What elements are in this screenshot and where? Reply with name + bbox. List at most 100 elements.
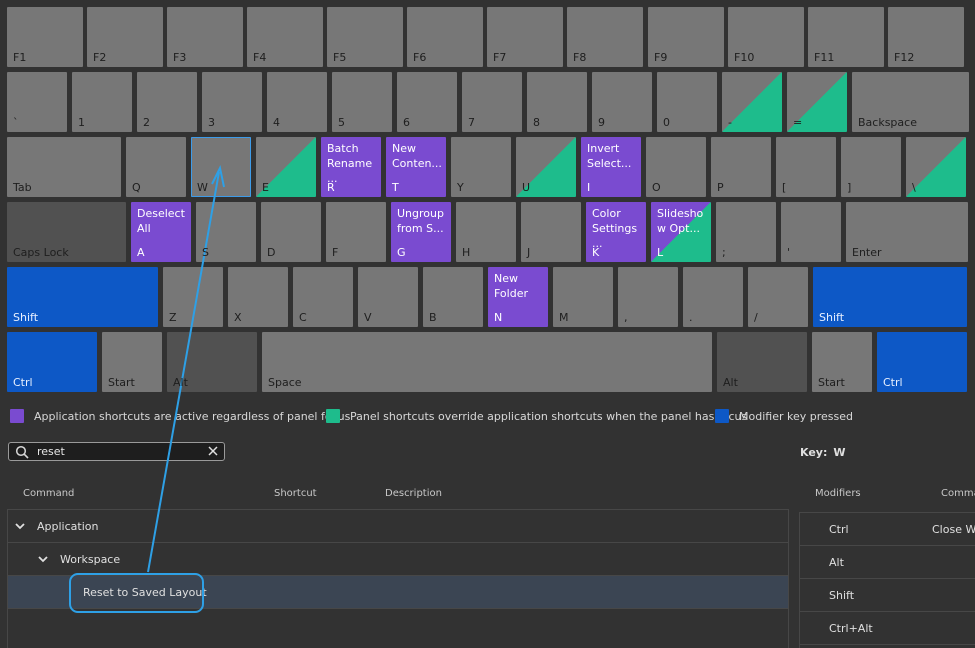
key-m[interactable]: M [553,267,613,327]
table-row-label: Workspace [60,553,121,566]
key-label: 4 [273,116,280,129]
key-sym0[interactable]: ` [7,72,67,132]
key-b[interactable]: B [423,267,483,327]
key-sym12[interactable]: ] [841,137,901,197]
key-sym10[interactable]: ; [716,202,776,262]
chevron-down-icon[interactable] [14,520,26,535]
modifier-row[interactable]: Ctrl+Alt [800,612,975,645]
key-z[interactable]: Z [163,267,223,327]
key-d[interactable]: D [261,202,321,262]
column-header-modifiers[interactable]: Modifiers [815,488,861,499]
key-backspace[interactable]: Backspace [852,72,969,132]
key-7[interactable]: 7 [462,72,522,132]
key-enter[interactable]: Enter [846,202,968,262]
key-sym10[interactable]: / [748,267,808,327]
key-alt[interactable]: Alt [167,332,257,392]
modifier-row[interactable]: Shift [800,579,975,612]
key-8[interactable]: 8 [527,72,587,132]
key-shift[interactable]: Shift [7,267,158,327]
key-tab[interactable]: Tab [7,137,121,197]
key-ctrl[interactable]: Ctrl [877,332,967,392]
key-p[interactable]: P [711,137,771,197]
key-f10[interactable]: F10 [728,7,804,67]
key-l[interactable]: Slidesho w Opt... L [651,202,711,262]
key-n[interactable]: New Folder N [488,267,548,327]
chevron-down-icon[interactable] [37,553,49,568]
key-sym11[interactable]: [ [776,137,836,197]
key-f6[interactable]: F6 [407,7,483,67]
key-label: 9 [598,116,605,129]
modifier-row[interactable]: Alt [800,546,975,579]
key-y[interactable]: Y [451,137,511,197]
key-label: P [717,181,724,194]
search-field[interactable] [8,442,225,461]
key-sym9[interactable]: . [683,267,743,327]
key-q[interactable]: Q [126,137,186,197]
key-o[interactable]: O [646,137,706,197]
key-label: ' [787,246,791,259]
key-f5[interactable]: F5 [327,7,403,67]
key-caps-lock[interactable]: Caps Lock [7,202,126,262]
modifier-label: Alt [829,556,844,569]
key-sym13[interactable]: \ [906,137,966,197]
key-v[interactable]: V [358,267,418,327]
key-f11[interactable]: F11 [808,7,884,67]
key-g[interactable]: Ungroup from S... G [391,202,451,262]
key-f8[interactable]: F8 [567,7,643,67]
key-5[interactable]: 5 [332,72,392,132]
key-9[interactable]: 9 [592,72,652,132]
key-1[interactable]: 1 [72,72,132,132]
key-c[interactable]: C [293,267,353,327]
key-space[interactable]: Space [262,332,712,392]
key-label: D [267,246,276,259]
key-k[interactable]: Color Settings ... K [586,202,646,262]
key-shift[interactable]: Shift [813,267,967,327]
key-e[interactable]: E [256,137,316,197]
key-alt[interactable]: Alt [717,332,807,392]
key-x[interactable]: X [228,267,288,327]
key-sym11[interactable]: ' [781,202,841,262]
key-sym11[interactable]: - [722,72,782,132]
key-f[interactable]: F [326,202,386,262]
column-header-command[interactable]: Command [23,488,74,499]
key-label: Caps Lock [13,246,69,259]
column-header-shortcut[interactable]: Shortcut [274,488,317,499]
key-f12[interactable]: F12 [888,7,964,67]
key-start[interactable]: Start [102,332,162,392]
column-header-description[interactable]: Description [385,488,442,499]
key-f7[interactable]: F7 [487,7,563,67]
key-label: U [522,181,531,194]
key-sym8[interactable]: , [618,267,678,327]
key-a[interactable]: Deselect All A [131,202,191,262]
key-u[interactable]: U [516,137,576,197]
table-row-workspace[interactable]: Workspace [8,543,788,576]
close-icon[interactable] [207,445,219,460]
key-ctrl[interactable]: Ctrl [7,332,97,392]
key-6[interactable]: 6 [397,72,457,132]
key-f3[interactable]: F3 [167,7,243,67]
key-f9[interactable]: F9 [648,7,724,67]
key-4[interactable]: 4 [267,72,327,132]
key-t[interactable]: New Conten... T [386,137,446,197]
key-f4[interactable]: F4 [247,7,323,67]
search-input[interactable] [37,444,197,459]
key-w[interactable]: W [191,137,251,197]
column-header-modifier-command[interactable]: Comma [941,488,975,499]
key-sym12[interactable]: = [787,72,847,132]
key-label: S [202,246,209,259]
key-h[interactable]: H [456,202,516,262]
key-2[interactable]: 2 [137,72,197,132]
key-0[interactable]: 0 [657,72,717,132]
key-r[interactable]: Batch Rename ... R [321,137,381,197]
modifier-row[interactable]: Ctrl Close Wi [800,513,975,546]
key-start[interactable]: Start [812,332,872,392]
table-row-application[interactable]: Application [8,510,788,543]
key-command-label: Slidesho w Opt... [657,207,704,235]
key-3[interactable]: 3 [202,72,262,132]
key-j[interactable]: J [521,202,581,262]
key-f1[interactable]: F1 [7,7,83,67]
key-s[interactable]: S [196,202,256,262]
key-f2[interactable]: F2 [87,7,163,67]
key-i[interactable]: Invert Select... I [581,137,641,197]
key-label: O [652,181,661,194]
